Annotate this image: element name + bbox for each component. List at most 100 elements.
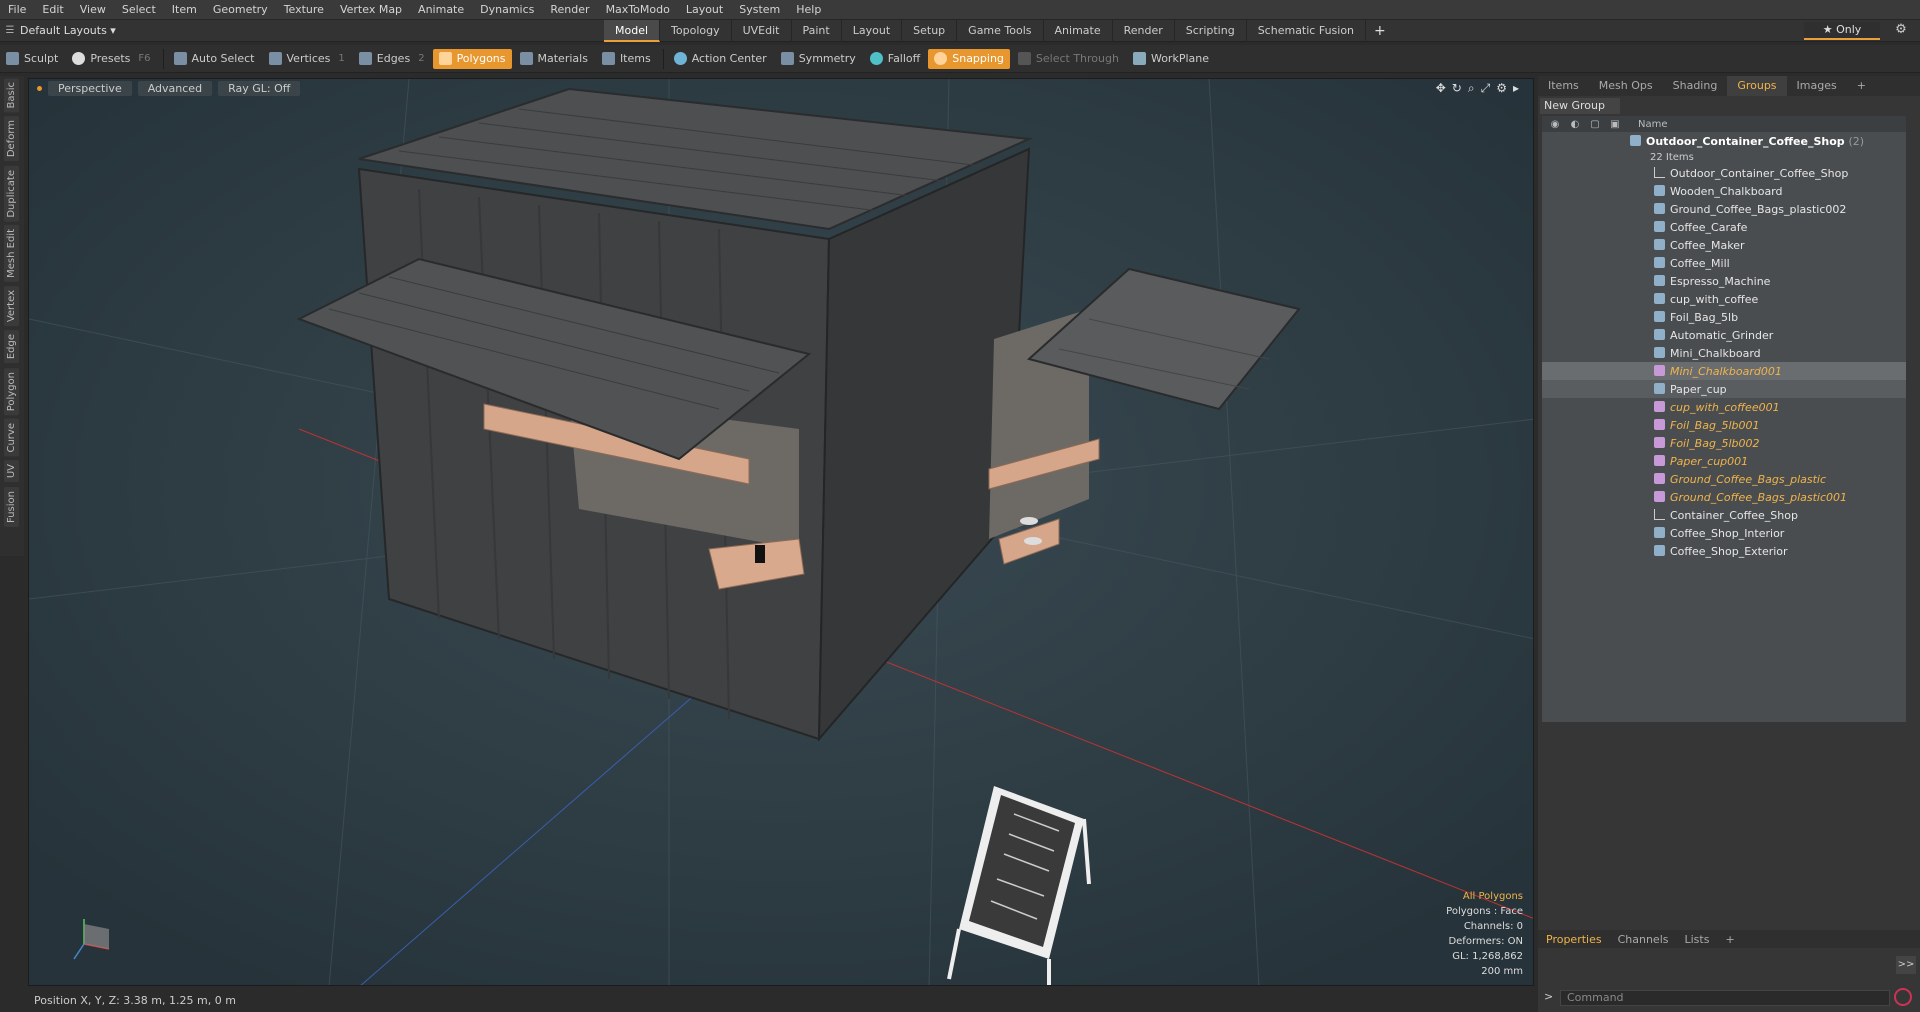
visibility-toggles[interactable]	[1542, 434, 1638, 452]
tree-item[interactable]: Container_Coffee_Shop	[1542, 506, 1906, 524]
visibility-toggles[interactable]	[1542, 218, 1638, 236]
visibility-toggles[interactable]	[1542, 488, 1638, 506]
symmetry-button[interactable]: Symmetry	[775, 49, 862, 69]
menu-system[interactable]: System	[731, 0, 788, 20]
panel-tab-add[interactable]: +	[1847, 76, 1876, 96]
menu-item[interactable]: Item	[164, 0, 205, 20]
panel-tab-mesh-ops[interactable]: Mesh Ops	[1589, 76, 1663, 96]
menu-vertex-map[interactable]: Vertex Map	[332, 0, 410, 20]
tool-tab-vertex[interactable]: Vertex	[4, 286, 19, 327]
viewport-settings-icon[interactable]: ⚙	[1496, 81, 1507, 96]
visibility-toggles[interactable]	[1542, 164, 1638, 182]
layout-selector[interactable]: Default Layouts ▾	[20, 24, 140, 37]
tool-tab-mesh-edit[interactable]: Mesh Edit	[4, 225, 19, 283]
menu-geometry[interactable]: Geometry	[205, 0, 276, 20]
fit-icon[interactable]: ⤢	[1481, 81, 1491, 96]
add-tab-icon[interactable]: +	[1366, 20, 1394, 42]
visibility-toggles[interactable]	[1542, 326, 1638, 344]
pan-icon[interactable]: ✥	[1436, 81, 1446, 96]
tool-tab-deform[interactable]: Deform	[4, 116, 19, 162]
tree-item[interactable]: Ground_Coffee_Bags_plastic002	[1542, 200, 1906, 218]
action-center-button[interactable]: Action Center	[668, 49, 773, 69]
properties-tab-properties[interactable]: Properties	[1538, 933, 1610, 946]
edges-button[interactable]: Edges 2	[353, 49, 431, 69]
raygl-button[interactable]: Ray GL: Off	[218, 80, 301, 96]
layout-menu-icon[interactable]: ☰	[0, 25, 20, 36]
lock-icon[interactable]: ▢	[1588, 119, 1602, 130]
rotate-icon[interactable]: ↻	[1452, 81, 1462, 96]
tab-render[interactable]: Render	[1113, 20, 1175, 42]
tree-item[interactable]: Mini_Chalkboard001	[1542, 362, 1906, 380]
view-type-button[interactable]: Perspective	[48, 80, 132, 96]
menu-file[interactable]: File	[0, 0, 34, 20]
tree-item[interactable]: Paper_cup	[1542, 380, 1906, 398]
new-group-button[interactable]: New Group	[1540, 98, 1620, 114]
tree-item[interactable]: Outdoor_Container_Coffee_Shop	[1542, 164, 1906, 182]
items-button[interactable]: Items	[596, 49, 657, 69]
visibility-toggles[interactable]	[1542, 542, 1638, 560]
command-clear-icon[interactable]	[1894, 988, 1912, 1006]
menu-animate[interactable]: Animate	[410, 0, 472, 20]
visibility-toggles[interactable]	[1542, 470, 1638, 488]
tool-tab-fusion[interactable]: Fusion	[4, 486, 19, 527]
menu-help[interactable]: Help	[788, 0, 829, 20]
visibility-toggles[interactable]	[1542, 524, 1638, 542]
visibility-toggles[interactable]	[1542, 452, 1638, 470]
tool-tab-curve[interactable]: Curve	[4, 418, 19, 457]
tree-item[interactable]: Coffee_Maker	[1542, 236, 1906, 254]
tab-layout[interactable]: Layout	[842, 20, 903, 42]
panel-tab-shading[interactable]: Shading	[1663, 76, 1728, 96]
properties-tab-add[interactable]: +	[1717, 933, 1742, 946]
panel-tab-groups[interactable]: Groups	[1727, 76, 1787, 96]
workplane-button[interactable]: WorkPlane	[1127, 49, 1215, 69]
tab-setup[interactable]: Setup	[902, 20, 958, 42]
visibility-toggles[interactable]	[1542, 362, 1638, 380]
snapping-button[interactable]: Snapping	[928, 48, 1010, 69]
viewport-menu-icon[interactable]	[37, 85, 42, 91]
visibility-toggles[interactable]	[1542, 506, 1638, 524]
tree-item[interactable]: Paper_cup001	[1542, 452, 1906, 470]
panel-tab-items[interactable]: Items	[1538, 76, 1589, 96]
tab-model[interactable]: Model	[604, 20, 661, 42]
render-icon[interactable]: ◐	[1568, 119, 1582, 130]
menu-view[interactable]: View	[72, 0, 114, 20]
3d-viewport[interactable]: Perspective Advanced Ray GL: Off ✥ ↻ ⌕ ⤢…	[28, 78, 1534, 986]
tab-animate[interactable]: Animate	[1044, 20, 1113, 42]
sculpt-button[interactable]: Sculpt	[0, 49, 64, 69]
polygons-button[interactable]: Polygons	[432, 48, 512, 69]
tree-item[interactable]: Foil_Bag_5lb001	[1542, 416, 1906, 434]
tree-item[interactable]: Foil_Bag_5lb	[1542, 308, 1906, 326]
falloff-button[interactable]: Falloff	[864, 49, 926, 69]
select-icon[interactable]: ▣	[1608, 119, 1622, 130]
tool-tab-duplicate[interactable]: Duplicate	[4, 165, 19, 222]
properties-tab-lists[interactable]: Lists	[1677, 933, 1718, 946]
gear-icon[interactable]: ⚙	[1892, 22, 1910, 40]
tab-uvedit[interactable]: UVEdit	[732, 20, 792, 42]
tree-item[interactable]: Coffee_Carafe	[1542, 218, 1906, 236]
visibility-toggles[interactable]	[1542, 398, 1638, 416]
menu-texture[interactable]: Texture	[276, 0, 332, 20]
tab-schematic-fusion[interactable]: Schematic Fusion	[1247, 20, 1367, 42]
select-through-button[interactable]: Select Through	[1012, 49, 1125, 69]
visibility-toggles[interactable]	[1542, 272, 1638, 290]
menu-edit[interactable]: Edit	[34, 0, 71, 20]
menu-select[interactable]: Select	[114, 0, 164, 20]
vertices-button[interactable]: Vertices 1	[263, 49, 351, 69]
tool-tab-edge[interactable]: Edge	[4, 330, 19, 364]
visibility-toggles[interactable]	[1542, 380, 1638, 398]
command-input[interactable]: Command	[1560, 990, 1890, 1006]
tree-item[interactable]: cup_with_coffee001	[1542, 398, 1906, 416]
eye-icon[interactable]: ◉	[1548, 119, 1562, 130]
tree-item[interactable]: Automatic_Grinder	[1542, 326, 1906, 344]
materials-button[interactable]: Materials	[514, 49, 594, 69]
tree-item[interactable]: Foil_Bag_5lb002	[1542, 434, 1906, 452]
visibility-toggles[interactable]	[1542, 308, 1638, 326]
menu-maxtomodo[interactable]: MaxToModo	[598, 0, 678, 20]
tree-item[interactable]: cup_with_coffee	[1542, 290, 1906, 308]
tree-item[interactable]: Mini_Chalkboard	[1542, 344, 1906, 362]
viewport-expand-icon[interactable]: ▸	[1513, 81, 1519, 96]
presets-button[interactable]: Presets F6	[66, 49, 156, 69]
tree-item[interactable]: Coffee_Shop_Exterior	[1542, 542, 1906, 560]
visibility-toggles[interactable]	[1542, 254, 1638, 272]
properties-tab-channels[interactable]: Channels	[1610, 933, 1677, 946]
